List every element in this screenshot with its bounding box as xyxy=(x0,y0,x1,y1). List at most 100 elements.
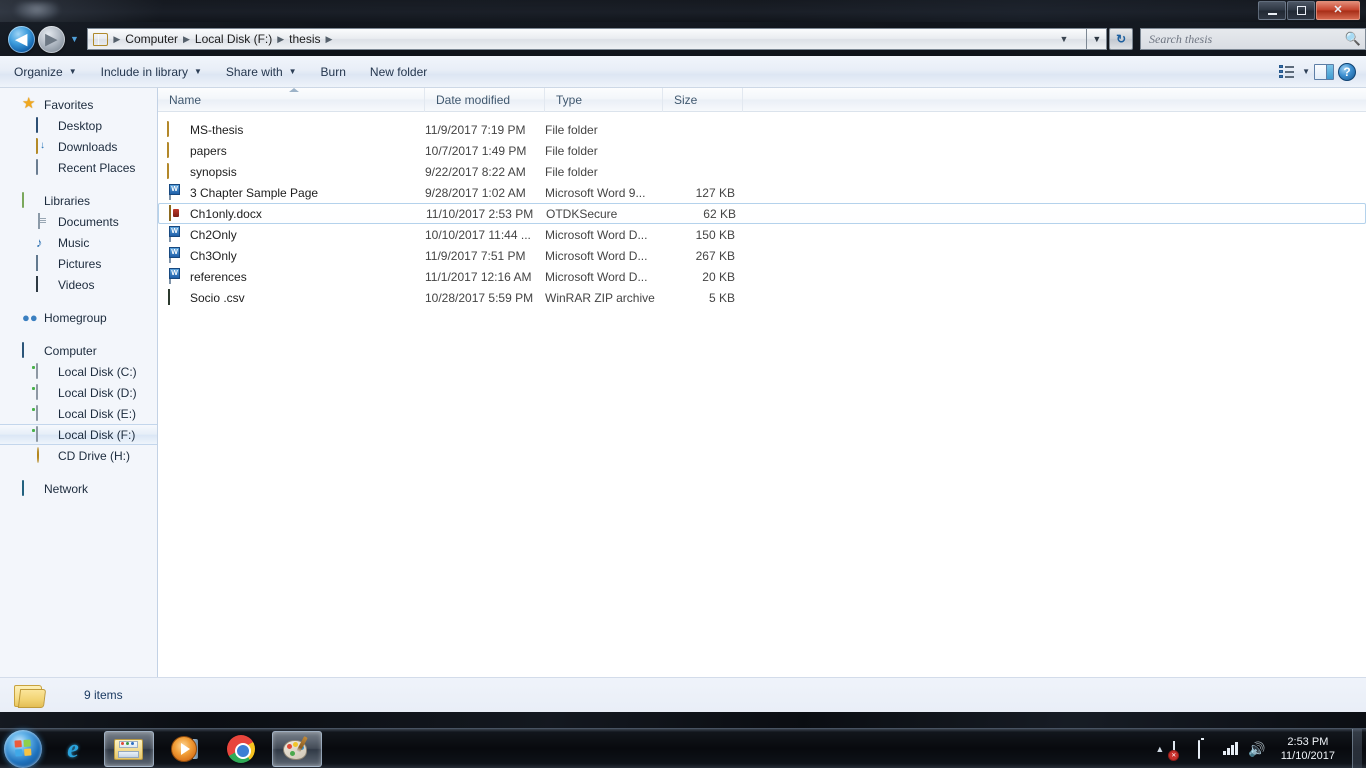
file-name-cell[interactable]: Ch3Only xyxy=(158,246,425,264)
file-name-label: Ch1only.docx xyxy=(190,206,262,221)
sidebar-item-local-disk-e[interactable]: Local Disk (E:) xyxy=(0,403,157,424)
table-row[interactable]: papers 10/7/2017 1:49 PM File folder xyxy=(158,140,1366,161)
toolbar-burn[interactable]: Burn xyxy=(311,61,356,83)
taskbar-windows-explorer[interactable] xyxy=(104,730,154,767)
search-input[interactable]: Search thesis xyxy=(1149,32,1345,47)
file-name-cell[interactable]: synopsis xyxy=(158,162,425,180)
toolbar-include-in-library[interactable]: Include in library ▼ xyxy=(91,61,212,83)
address-breadcrumb-bar[interactable]: ▶ Computer ▶ Local Disk (F:) ▶ thesis ▶ … xyxy=(87,28,1088,50)
sidebar-item-desktop[interactable]: Desktop xyxy=(0,115,157,136)
sidebar-label-homegroup: Homegroup xyxy=(44,310,107,325)
back-button[interactable]: ◀ xyxy=(8,25,35,53)
toolbar-share-with-label: Share with xyxy=(225,64,283,79)
breadcrumb-separator-1[interactable]: ▶ xyxy=(182,34,191,45)
maximize-button[interactable] xyxy=(1287,1,1315,20)
sidebar-item-downloads[interactable]: Downloads xyxy=(0,136,157,157)
toolbar-organize[interactable]: Organize ▼ xyxy=(4,61,87,83)
breadcrumb-computer[interactable]: Computer xyxy=(121,32,182,46)
taskbar-paint[interactable] xyxy=(272,730,322,767)
table-row[interactable]: Socio .csv 10/28/2017 5:59 PM WinRAR ZIP… xyxy=(158,287,1366,308)
sidebar-item-local-disk-c[interactable]: Local Disk (C:) xyxy=(0,361,157,382)
start-button[interactable] xyxy=(4,729,42,768)
toolbar-share-with[interactable]: Share with ▼ xyxy=(216,61,307,83)
table-row[interactable]: 3 Chapter Sample Page 9/28/2017 1:02 AM … xyxy=(158,182,1366,203)
sidebar-label-libraries: Libraries xyxy=(44,193,91,208)
file-type-cell: File folder xyxy=(545,164,598,179)
file-type-cell: Microsoft Word D... xyxy=(545,248,648,263)
view-chevron-down-icon[interactable]: ▼ xyxy=(1302,67,1310,76)
column-header-type[interactable]: Type xyxy=(545,87,663,112)
breadcrumb-separator-3[interactable]: ▶ xyxy=(325,34,334,45)
sidebar-item-local-disk-d[interactable]: Local Disk (D:) xyxy=(0,382,157,403)
breadcrumb-local-disk-f[interactable]: Local Disk (F:) xyxy=(191,32,276,46)
minimize-button[interactable] xyxy=(1258,1,1286,20)
network-icon xyxy=(22,479,38,497)
show-hidden-icons-icon[interactable]: ▲ xyxy=(1155,744,1164,754)
action-center-flag-icon[interactable] xyxy=(1173,740,1189,758)
file-date-cell: 10/7/2017 1:49 PM xyxy=(425,143,527,158)
column-header-date-modified[interactable]: Date modified xyxy=(425,87,545,112)
preview-pane-icon[interactable] xyxy=(1314,63,1334,80)
file-name-cell[interactable]: Socio .csv xyxy=(158,288,425,306)
nav-group-libraries: Libraries Documents ♪ Music Pictures Vid… xyxy=(0,190,157,295)
toolbar-new-folder[interactable]: New folder xyxy=(360,61,437,83)
monitor-icon xyxy=(36,116,52,134)
address-history-dropdown[interactable]: ▼ xyxy=(1087,28,1108,50)
table-row[interactable]: Ch2Only 10/10/2017 11:44 ... Microsoft W… xyxy=(158,224,1366,245)
clock-time: 2:53 PM xyxy=(1287,735,1329,748)
search-box[interactable]: Search thesis 🔍 xyxy=(1140,28,1366,50)
file-name-cell[interactable]: references xyxy=(158,267,425,285)
file-date-cell: 11/1/2017 12:16 AM xyxy=(425,269,532,284)
table-row[interactable]: references 11/1/2017 12:16 AM Microsoft … xyxy=(158,266,1366,287)
sidebar-item-music[interactable]: ♪ Music xyxy=(0,232,157,253)
recent-pages-caret[interactable]: ▼ xyxy=(68,34,82,44)
taskbar-internet-explorer[interactable]: e xyxy=(48,731,98,767)
taskbar-google-chrome[interactable] xyxy=(216,731,266,767)
column-header-size[interactable]: Size xyxy=(663,87,743,112)
file-date-cell: 11/9/2017 7:51 PM xyxy=(425,248,526,263)
sidebar-item-videos[interactable]: Videos xyxy=(0,274,157,295)
file-name-cell[interactable]: 3 Chapter Sample Page xyxy=(158,183,425,201)
sidebar-item-pictures[interactable]: Pictures xyxy=(0,253,157,274)
file-name-cell[interactable]: Ch2Only xyxy=(158,225,425,243)
table-row[interactable]: MS-thesis 11/9/2017 7:19 PM File folder xyxy=(158,119,1366,140)
clock[interactable]: 2:53 PM 11/10/2017 xyxy=(1275,735,1341,763)
sidebar-label-computer: Computer xyxy=(44,343,97,358)
google-chrome-icon xyxy=(227,734,255,763)
battery-icon[interactable] xyxy=(1198,739,1214,759)
file-name-cell[interactable]: papers xyxy=(158,141,425,159)
close-button[interactable]: ✕ xyxy=(1316,1,1360,20)
breadcrumb-separator-0[interactable]: ▶ xyxy=(112,34,121,45)
breadcrumb-separator-2[interactable]: ▶ xyxy=(276,34,285,45)
table-row[interactable]: synopsis 9/22/2017 8:22 AM File folder xyxy=(158,161,1366,182)
toolbar-organize-label: Organize xyxy=(14,64,63,79)
taskbar-windows-media-player[interactable] xyxy=(160,731,210,767)
file-date-cell: 10/10/2017 11:44 ... xyxy=(425,227,531,242)
sidebar-item-libraries[interactable]: Libraries xyxy=(0,190,157,211)
breadcrumb-thesis[interactable]: thesis xyxy=(285,32,324,46)
file-name-cell[interactable]: MS-thesis xyxy=(158,120,425,138)
file-name-label: Socio .csv xyxy=(190,290,245,305)
sidebar-item-documents[interactable]: Documents xyxy=(0,211,157,232)
file-name-cell[interactable]: Ch1only.docx xyxy=(159,204,426,222)
refresh-button[interactable]: ↻ xyxy=(1109,28,1133,50)
sidebar-item-homegroup[interactable]: ●● Homegroup xyxy=(0,307,157,328)
sidebar-item-cd-drive-h[interactable]: CD Drive (H:) xyxy=(0,445,157,466)
signal-bars-icon[interactable] xyxy=(1223,741,1239,757)
volume-icon[interactable]: 🔊 xyxy=(1248,742,1265,756)
sidebar-item-network[interactable]: Network xyxy=(0,478,157,499)
sidebar-item-local-disk-f[interactable]: Local Disk (F:) xyxy=(0,424,157,445)
sidebar-label-pictures: Pictures xyxy=(58,256,102,271)
table-row-selected[interactable]: Ch1only.docx 11/10/2017 2:53 PM OTDKSecu… xyxy=(158,203,1366,224)
help-icon[interactable]: ? xyxy=(1338,62,1356,81)
address-dropdown-caret[interactable]: ▼ xyxy=(1059,34,1068,44)
show-desktop-button[interactable] xyxy=(1352,728,1362,768)
sidebar-item-recent-places[interactable]: Recent Places xyxy=(0,157,157,178)
table-row[interactable]: Ch3Only 11/9/2017 7:51 PM Microsoft Word… xyxy=(158,245,1366,266)
file-date-cell: 9/28/2017 1:02 AM xyxy=(425,185,526,200)
sidebar-item-computer[interactable]: Computer xyxy=(0,340,157,361)
drive-icon xyxy=(36,404,52,422)
sidebar-item-favorites[interactable]: ★ Favorites xyxy=(0,94,157,115)
change-view-icon[interactable] xyxy=(1276,63,1298,81)
forward-button[interactable]: ▶ xyxy=(37,25,65,53)
